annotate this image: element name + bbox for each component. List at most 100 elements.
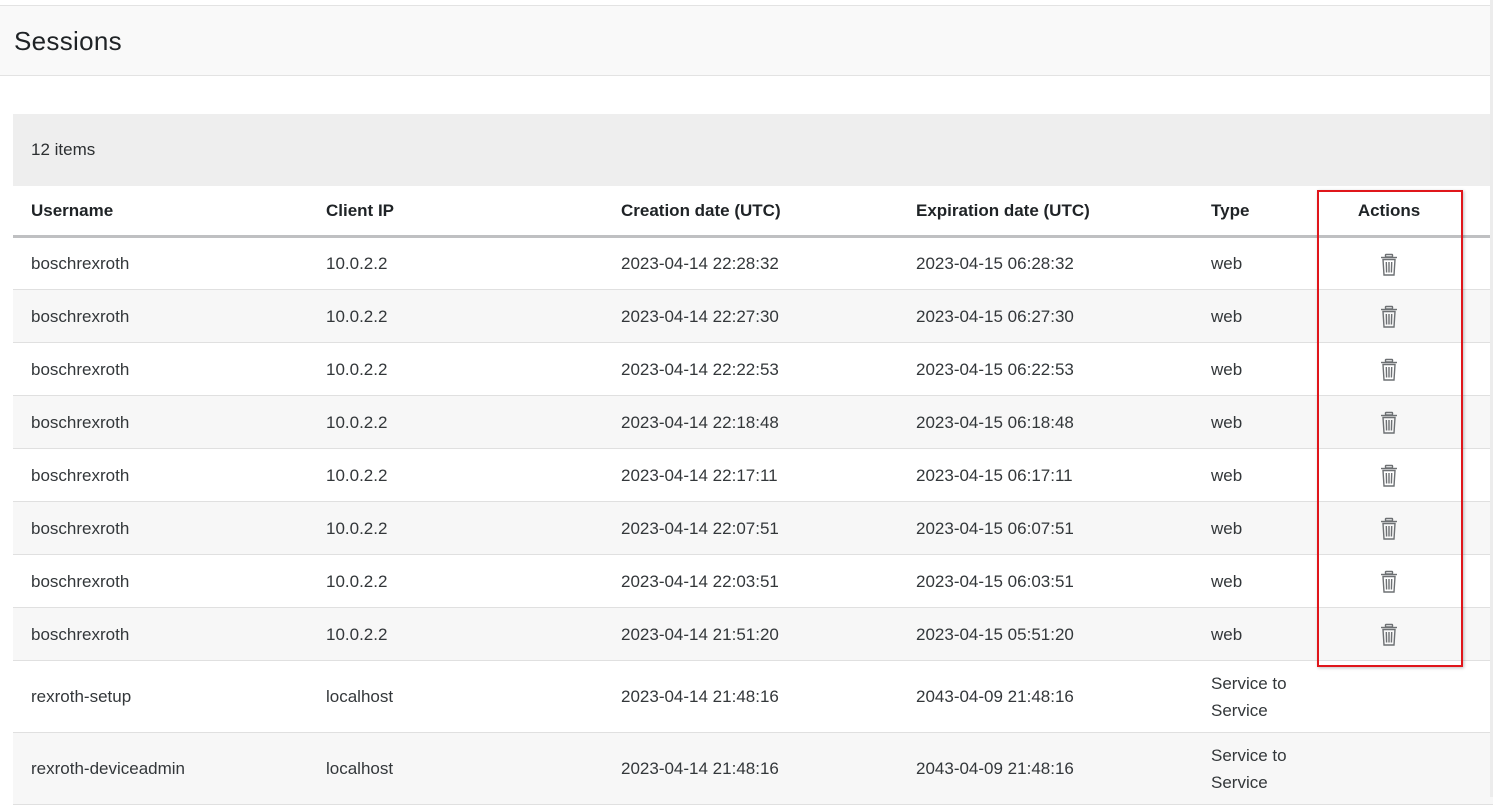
trash-icon[interactable]: [1379, 570, 1399, 594]
cell-expiration-date: 2023-04-15 06:07:51: [898, 502, 1193, 555]
cell-creation-date: 2023-04-14 21:48:16: [603, 661, 898, 733]
cell-client-ip: 10.0.2.2: [308, 343, 603, 396]
table-row: boschrexroth10.0.2.22023-04-14 22:28:322…: [13, 237, 1493, 290]
cell-username: rexroth-deviceadmin: [13, 733, 308, 805]
cell-spacer: [1460, 449, 1493, 502]
cell-username: boschrexroth: [13, 449, 308, 502]
cell-type: web: [1193, 396, 1318, 449]
cell-expiration-date: 2023-04-15 06:27:30: [898, 290, 1193, 343]
cell-spacer: [1460, 237, 1493, 290]
cell-spacer: [1460, 343, 1493, 396]
cell-spacer: [1460, 733, 1493, 805]
cell-actions: [1318, 396, 1460, 449]
cell-creation-date: 2023-04-14 21:51:20: [603, 608, 898, 661]
table-row: boschrexroth10.0.2.22023-04-14 22:27:302…: [13, 290, 1493, 343]
cell-spacer: [1460, 502, 1493, 555]
table-toolbar: 12 items: [13, 114, 1493, 186]
cell-client-ip: 10.0.2.2: [308, 396, 603, 449]
cell-username: boschrexroth: [13, 502, 308, 555]
trash-icon[interactable]: [1379, 623, 1399, 647]
cell-type: web: [1193, 555, 1318, 608]
column-header-username[interactable]: Username: [13, 186, 308, 237]
cell-actions: [1318, 733, 1460, 805]
column-header-spacer: [1460, 186, 1493, 237]
table-header-row: Username Client IP Creation date (UTC) E…: [13, 186, 1493, 237]
trash-icon[interactable]: [1379, 411, 1399, 435]
cell-expiration-date: 2023-04-15 06:22:53: [898, 343, 1193, 396]
item-count: 12 items: [31, 140, 95, 160]
cell-type: Service to Service: [1193, 661, 1318, 733]
cell-expiration-date: 2023-04-15 06:17:11: [898, 449, 1193, 502]
cell-client-ip: 10.0.2.2: [308, 502, 603, 555]
cell-username: boschrexroth: [13, 343, 308, 396]
column-header-expiration-date[interactable]: Expiration date (UTC): [898, 186, 1193, 237]
cell-type: web: [1193, 290, 1318, 343]
cell-username: rexroth-setup: [13, 661, 308, 733]
trash-icon[interactable]: [1379, 464, 1399, 488]
cell-creation-date: 2023-04-14 22:27:30: [603, 290, 898, 343]
cell-type: web: [1193, 343, 1318, 396]
cell-client-ip: localhost: [308, 661, 603, 733]
cell-creation-date: 2023-04-14 22:07:51: [603, 502, 898, 555]
table-row: boschrexroth10.0.2.22023-04-14 21:51:202…: [13, 608, 1493, 661]
cell-type: web: [1193, 449, 1318, 502]
table-row: boschrexroth10.0.2.22023-04-14 22:17:112…: [13, 449, 1493, 502]
cell-expiration-date: 2023-04-15 06:03:51: [898, 555, 1193, 608]
cell-spacer: [1460, 608, 1493, 661]
table-row: boschrexroth10.0.2.22023-04-14 22:18:482…: [13, 396, 1493, 449]
cell-actions: [1318, 555, 1460, 608]
table-row: boschrexroth10.0.2.22023-04-14 22:22:532…: [13, 343, 1493, 396]
table-row: boschrexroth10.0.2.22023-04-14 22:07:512…: [13, 502, 1493, 555]
table-row: rexroth-deviceadminlocalhost2023-04-14 2…: [13, 733, 1493, 805]
cell-client-ip: 10.0.2.2: [308, 237, 603, 290]
cell-client-ip: 10.0.2.2: [308, 290, 603, 343]
cell-creation-date: 2023-04-14 22:28:32: [603, 237, 898, 290]
cell-client-ip: 10.0.2.2: [308, 608, 603, 661]
cell-client-ip: 10.0.2.2: [308, 449, 603, 502]
cell-type: web: [1193, 502, 1318, 555]
cell-spacer: [1460, 661, 1493, 733]
table-row: rexroth-setuplocalhost2023-04-14 21:48:1…: [13, 661, 1493, 733]
trash-icon[interactable]: [1379, 253, 1399, 277]
trash-icon[interactable]: [1379, 305, 1399, 329]
trash-icon[interactable]: [1379, 358, 1399, 382]
cell-client-ip: 10.0.2.2: [308, 555, 603, 608]
sessions-table-container: 12 items Username Client IP Creation dat…: [13, 114, 1493, 805]
cell-username: boschrexroth: [13, 237, 308, 290]
cell-actions: [1318, 608, 1460, 661]
cell-creation-date: 2023-04-14 22:03:51: [603, 555, 898, 608]
cell-actions: [1318, 290, 1460, 343]
cell-username: boschrexroth: [13, 290, 308, 343]
cell-spacer: [1460, 555, 1493, 608]
column-header-client-ip[interactable]: Client IP: [308, 186, 603, 237]
sessions-table: Username Client IP Creation date (UTC) E…: [13, 186, 1493, 805]
cell-username: boschrexroth: [13, 608, 308, 661]
page-header: Sessions: [0, 5, 1493, 76]
page-title: Sessions: [14, 26, 122, 57]
table-body: boschrexroth10.0.2.22023-04-14 22:28:322…: [13, 237, 1493, 805]
cell-actions: [1318, 237, 1460, 290]
cell-type: web: [1193, 608, 1318, 661]
cell-expiration-date: 2043-04-09 21:48:16: [898, 661, 1193, 733]
cell-expiration-date: 2023-04-15 06:18:48: [898, 396, 1193, 449]
cell-actions: [1318, 343, 1460, 396]
cell-creation-date: 2023-04-14 22:22:53: [603, 343, 898, 396]
cell-expiration-date: 2043-04-09 21:48:16: [898, 733, 1193, 805]
cell-expiration-date: 2023-04-15 05:51:20: [898, 608, 1193, 661]
cell-type: Service to Service: [1193, 733, 1318, 805]
cell-type: web: [1193, 237, 1318, 290]
cell-creation-date: 2023-04-14 22:17:11: [603, 449, 898, 502]
cell-spacer: [1460, 290, 1493, 343]
cell-client-ip: localhost: [308, 733, 603, 805]
trash-icon[interactable]: [1379, 517, 1399, 541]
cell-expiration-date: 2023-04-15 06:28:32: [898, 237, 1193, 290]
cell-creation-date: 2023-04-14 21:48:16: [603, 733, 898, 805]
cell-username: boschrexroth: [13, 555, 308, 608]
column-header-creation-date[interactable]: Creation date (UTC): [603, 186, 898, 237]
cell-actions: [1318, 449, 1460, 502]
column-header-type[interactable]: Type: [1193, 186, 1318, 237]
cell-username: boschrexroth: [13, 396, 308, 449]
cell-actions: [1318, 502, 1460, 555]
table-row: boschrexroth10.0.2.22023-04-14 22:03:512…: [13, 555, 1493, 608]
column-header-actions: Actions: [1318, 186, 1460, 237]
